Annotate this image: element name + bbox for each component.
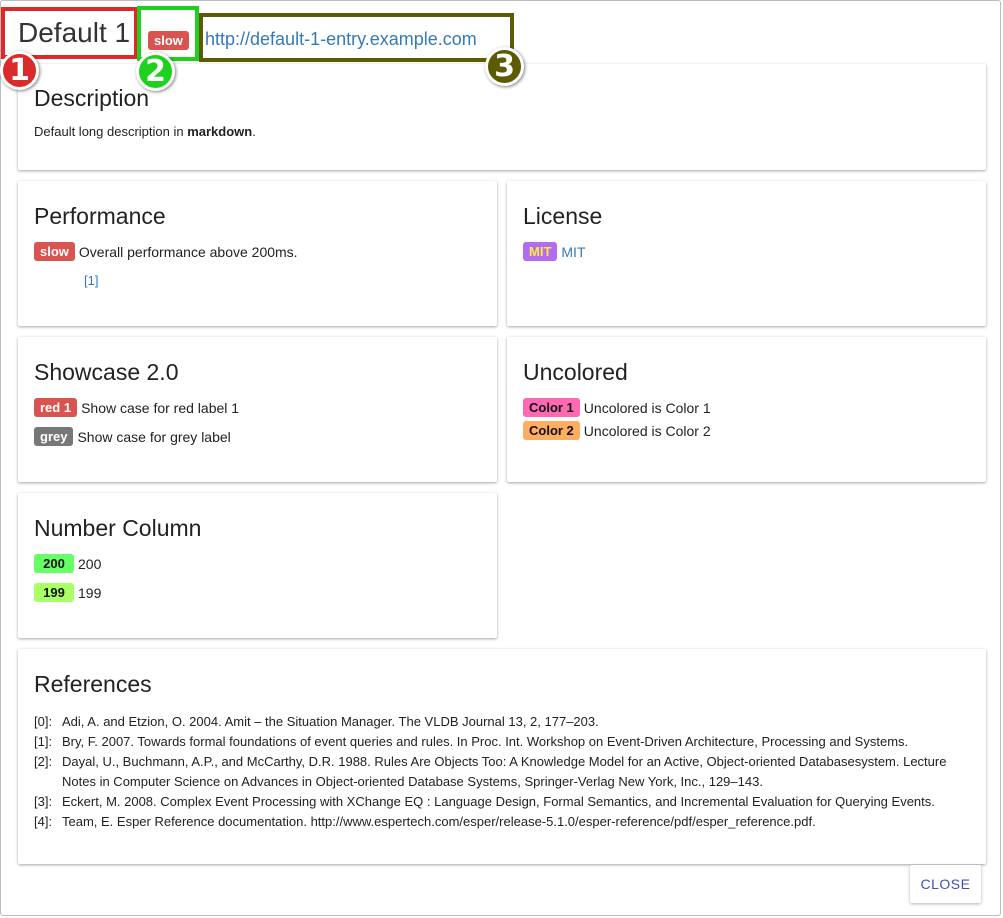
uncolored-heading: Uncolored: [523, 359, 628, 385]
license-link[interactable]: MIT: [561, 244, 585, 260]
number-200-tag: 200: [34, 554, 74, 573]
annotation-badge-1: 1: [0, 51, 39, 90]
uncolored-text-2: Uncolored is Color 2: [583, 422, 711, 439]
showcase-heading: Showcase 2.0: [34, 359, 179, 385]
license-card: License MIT MIT: [507, 181, 986, 326]
license-row: MIT MIT: [523, 242, 970, 261]
references-card: References [0]: Adi, A. and Etzion, O. 20…: [18, 649, 986, 864]
uncolored-row-2: Color 2 Uncolored is Color 2: [523, 421, 970, 440]
close-button[interactable]: CLOSE: [910, 865, 981, 903]
color-1-tag: Color 1: [523, 398, 580, 417]
red-1-tag: red 1: [34, 398, 78, 417]
reference-item: [0]: Adi, A. and Etzion, O. 2004. Amit – …: [34, 714, 599, 729]
reference-item: [1]: Bry, F. 2007. Towards formal foundat…: [34, 734, 909, 749]
grey-tag: grey: [34, 427, 74, 446]
references-list: [0]: Adi, A. and Etzion, O. 2004. Amit – …: [34, 712, 970, 832]
number-row-199: 199 199: [34, 583, 481, 602]
performance-card: Performance slow Overall performance abo…: [18, 181, 497, 326]
references-heading: References: [34, 671, 152, 697]
number-column-heading: Number Column: [34, 515, 202, 541]
number-199-tag: 199: [34, 583, 74, 602]
reference-item: [4]: Team, E. Esper Reference documentati…: [34, 814, 816, 829]
annotation-badge-3: 3: [485, 47, 524, 86]
license-mit-tag: MIT: [523, 242, 558, 261]
uncolored-row-1: Color 1 Uncolored is Color 1: [523, 398, 970, 417]
performance-row: slow Overall performance above 200ms.: [34, 242, 481, 261]
reference-item: [3]: Eckert, M. 2008. Complex Event Proce…: [34, 794, 935, 809]
showcase-row-red: red 1 Show case for red label 1: [34, 398, 481, 417]
showcase-card: Showcase 2.0 red 1 Show case for red lab…: [18, 337, 497, 482]
reference-item: [2]: Dayal, U., Buchmann, A.P., and McCar…: [34, 754, 947, 789]
showcase-grey-text: Show case for grey label: [77, 428, 231, 445]
license-heading: License: [523, 203, 603, 229]
performance-heading: Performance: [34, 203, 166, 229]
performance-slow-tag: slow: [34, 242, 75, 261]
uncolored-card: Uncolored Color 1 Uncolored is Color 1 C…: [507, 337, 986, 482]
showcase-row-grey: grey Show case for grey label: [34, 427, 481, 446]
uncolored-text-1: Uncolored is Color 1: [583, 399, 711, 416]
number-column-card: Number Column 200 200 199 199: [18, 493, 497, 638]
description-text: Default long description in markdown.: [34, 124, 256, 139]
description-heading: Description: [34, 85, 150, 111]
performance-text: Overall performance above 200ms.: [78, 243, 298, 260]
showcase-red-text: Show case for red label 1: [81, 399, 240, 416]
number-200-text: 200: [78, 555, 102, 572]
annotation-badge-2: 2: [136, 52, 175, 91]
performance-reference-link[interactable]: [1]: [84, 273, 481, 288]
description-bold-text: markdown: [187, 124, 253, 139]
entry-dialog: Default 1 slow http://default-1-entry.ex…: [0, 0, 1001, 916]
number-199-text: 199: [78, 584, 102, 601]
number-row-200: 200 200: [34, 554, 481, 573]
annotation-box-2: [137, 6, 199, 61]
annotation-box-3: [199, 13, 514, 62]
color-2-tag: Color 2: [523, 421, 580, 440]
